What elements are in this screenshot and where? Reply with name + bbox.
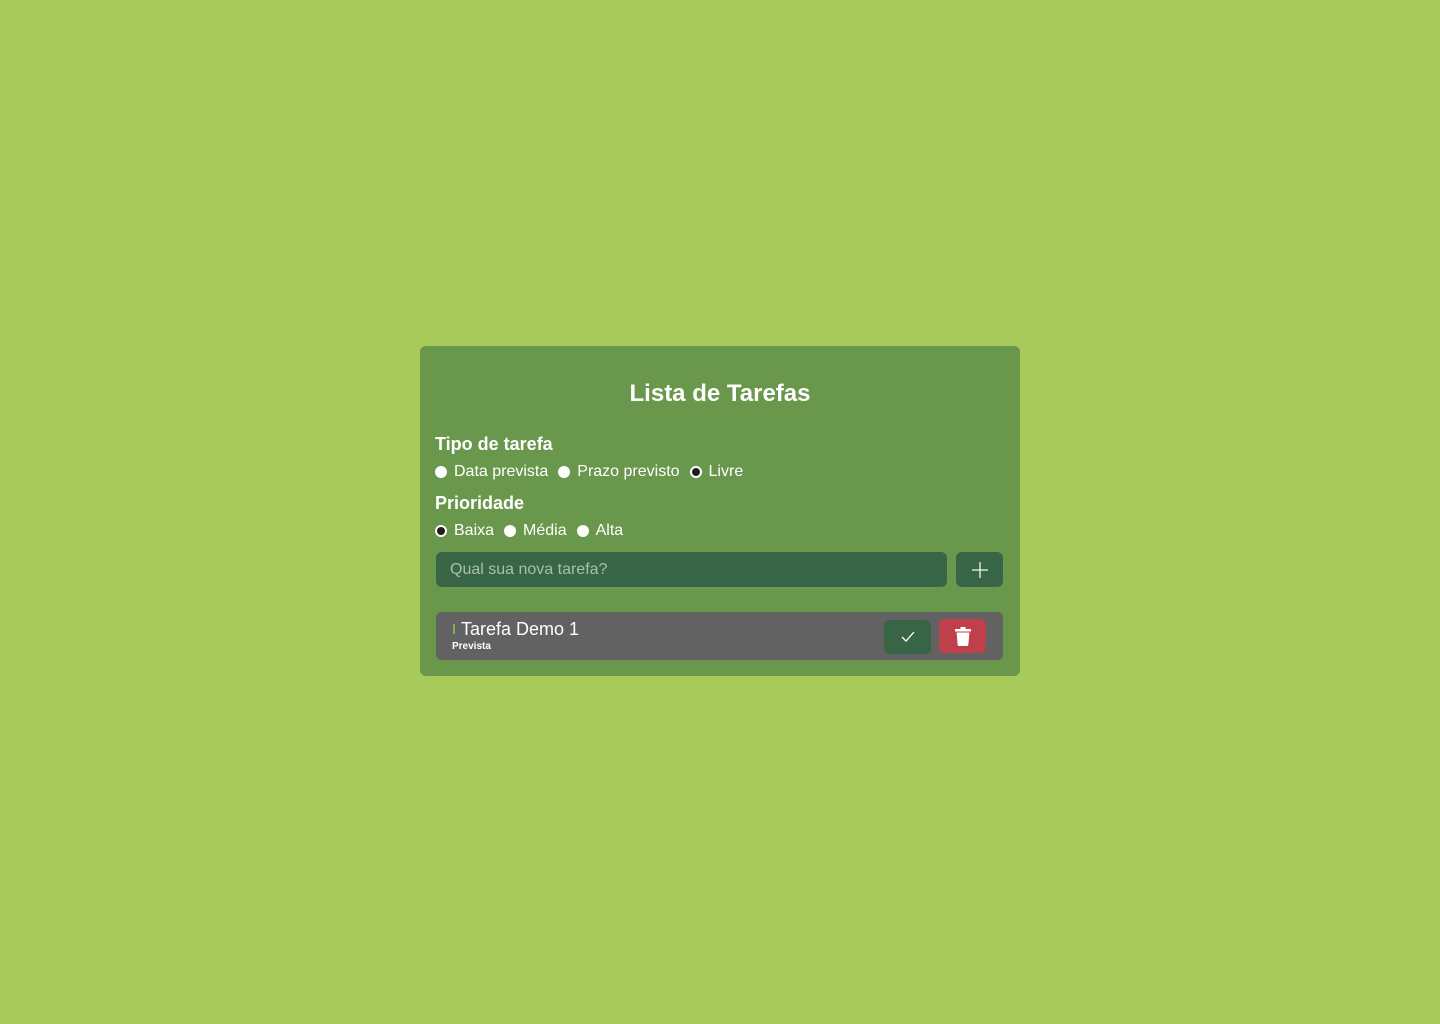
radio-unchecked-icon [576, 525, 589, 537]
delete-task-button[interactable] [939, 619, 986, 653]
priority-indicator [453, 624, 455, 634]
check-icon [901, 631, 914, 642]
radio-media[interactable]: Média [504, 522, 567, 540]
radio-checked-icon [435, 525, 447, 537]
radio-unchecked-icon [435, 466, 447, 478]
radio-checked-icon [689, 466, 702, 478]
todo-card: Lista de Tarefas Tipo de tarefa Data pre… [420, 346, 1020, 676]
radio-livre[interactable]: Livre [689, 463, 744, 481]
new-task-input[interactable] [436, 552, 947, 587]
priority-options: Baixa Média Alta [435, 522, 633, 540]
task-list-item: Tarefa Demo 1 Prevista [436, 612, 1003, 660]
radio-data-prevista[interactable]: Data prevista [435, 463, 548, 481]
complete-task-button[interactable] [884, 620, 931, 654]
radio-label: Média [523, 522, 567, 539]
radio-label: Alta [595, 522, 624, 539]
radio-baixa[interactable]: Baixa [435, 522, 494, 540]
radio-label: Prazo previsto [577, 463, 680, 480]
page-title: Lista de Tarefas [629, 380, 811, 407]
trash-icon [954, 626, 971, 646]
task-type-label: Tipo de tarefa [435, 434, 553, 454]
radio-unchecked-icon [558, 466, 571, 478]
radio-unchecked-icon [504, 525, 517, 537]
radio-alta[interactable]: Alta [576, 522, 624, 540]
plus-icon [971, 561, 988, 578]
add-task-button[interactable] [956, 552, 1003, 587]
radio-prazo-previsto[interactable]: Prazo previsto [558, 463, 680, 481]
task-type-options: Data prevista Prazo previsto Livre [435, 463, 753, 481]
task-type-badge: Prevista [452, 641, 491, 652]
radio-label: Baixa [454, 522, 495, 539]
radio-label: Data prevista [454, 463, 549, 480]
priority-label: Prioridade [435, 493, 525, 513]
radio-label: Livre [708, 463, 744, 480]
task-name: Tarefa Demo 1 [461, 619, 580, 639]
